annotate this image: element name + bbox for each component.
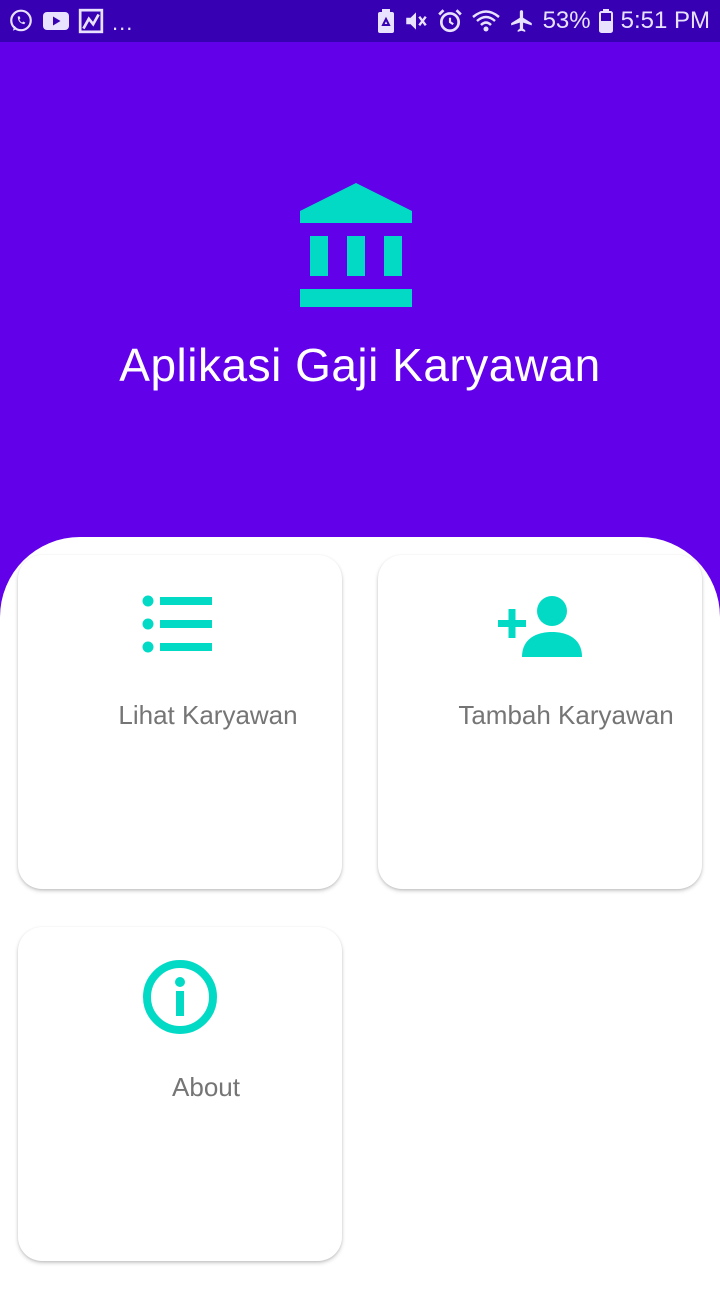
about-label: About: [172, 1072, 240, 1102]
image-icon: [78, 8, 104, 34]
bank-icon: [300, 183, 412, 307]
clock: 5:51 PM: [620, 7, 710, 34]
alarm-icon: [437, 9, 462, 33]
app-title: Aplikasi Gaji Karyawan: [119, 339, 601, 391]
status-bar: ... 53% 5:51 PM: [0, 0, 720, 42]
whatsapp-icon: [10, 9, 32, 32]
status-bar-notifications: ...: [8, 6, 133, 36]
battery-icon: [598, 9, 613, 33]
info-icon: [143, 960, 217, 1034]
youtube-icon: [43, 12, 69, 30]
status-bar-system: 53% 5:51 PM: [377, 7, 710, 35]
menu-panel: Lihat Karyawan Tambah Karyawan About: [0, 537, 720, 1297]
battery-saver-icon: [377, 9, 394, 33]
about-card[interactable]: About: [18, 927, 342, 1261]
airplane-icon: [510, 10, 532, 32]
wifi-icon: [471, 10, 500, 32]
tambah-karyawan-label: Tambah Karyawan: [458, 700, 674, 730]
tambah-karyawan-card[interactable]: Tambah Karyawan: [378, 555, 702, 889]
lihat-karyawan-card[interactable]: Lihat Karyawan: [18, 555, 342, 889]
battery-percent: 53%: [542, 7, 591, 34]
mute-icon: [405, 12, 427, 30]
lihat-karyawan-label: Lihat Karyawan: [118, 700, 298, 730]
more-notifications: ...: [112, 10, 134, 35]
person-add-icon: [498, 596, 582, 657]
list-icon: [142, 595, 212, 653]
